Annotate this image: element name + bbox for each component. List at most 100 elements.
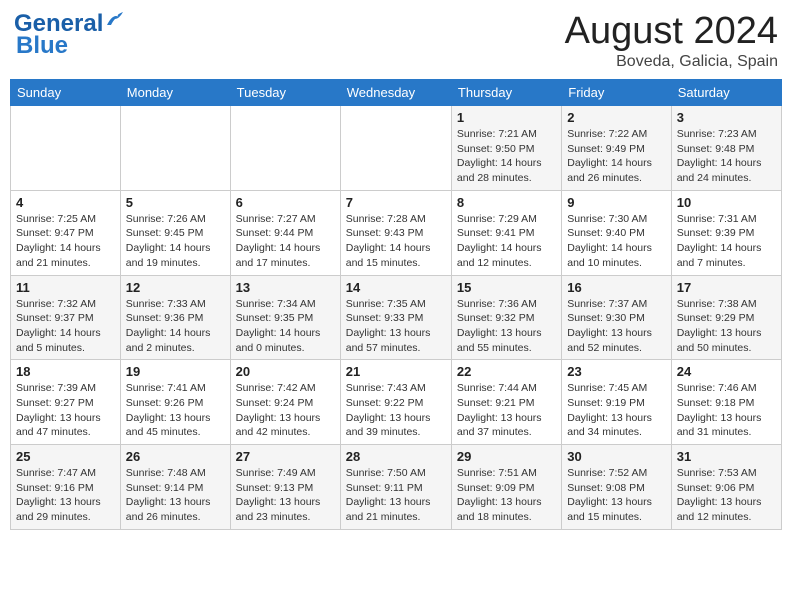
- calendar-cell: 18 Sunrise: 7:39 AMSunset: 9:27 PMDayligh…: [11, 360, 121, 445]
- day-info: Sunrise: 7:22 AMSunset: 9:49 PMDaylight:…: [567, 127, 665, 186]
- day-number: 14: [346, 280, 446, 295]
- day-info: Sunrise: 7:50 AMSunset: 9:11 PMDaylight:…: [346, 466, 446, 525]
- calendar-cell: 9Sunrise: 7:30 AMSunset: 9:40 PMDaylight…: [562, 190, 671, 275]
- col-header-monday: Monday: [120, 80, 230, 106]
- day-info: Sunrise: 7:47 AMSunset: 9:16 PMDaylight:…: [16, 466, 115, 525]
- calendar-cell: 20 Sunrise: 7:42 AMSunset: 9:24 PMDayligh…: [230, 360, 340, 445]
- calendar-cell: 30 Sunrise: 7:52 AMSunset: 9:08 PMDayligh…: [562, 445, 671, 530]
- day-info: Sunrise: 7:28 AMSunset: 9:43 PMDaylight:…: [346, 212, 446, 271]
- day-info: Sunrise: 7:51 AMSunset: 9:09 PMDaylight:…: [457, 466, 556, 525]
- day-number: 15: [457, 280, 556, 295]
- day-info: Sunrise: 7:46 AMSunset: 9:18 PMDaylight:…: [677, 381, 776, 440]
- day-info: Sunrise: 7:52 AMSunset: 9:08 PMDaylight:…: [567, 466, 665, 525]
- day-number: 7: [346, 195, 446, 210]
- day-number: 21: [346, 364, 446, 379]
- day-info: Sunrise: 7:23 AMSunset: 9:48 PMDaylight:…: [677, 127, 776, 186]
- day-info: Sunrise: 7:34 AMSunset: 9:35 PMDaylight:…: [236, 297, 335, 356]
- day-info: Sunrise: 7:38 AMSunset: 9:29 PMDaylight:…: [677, 297, 776, 356]
- day-number: 4: [16, 195, 115, 210]
- calendar-cell: 24 Sunrise: 7:46 AMSunset: 9:18 PMDayligh…: [671, 360, 781, 445]
- calendar-cell: 3 Sunrise: 7:23 AMSunset: 9:48 PMDaylight…: [671, 106, 781, 191]
- day-number: 5: [126, 195, 225, 210]
- calendar-cell: 28 Sunrise: 7:50 AMSunset: 9:11 PMDayligh…: [340, 445, 451, 530]
- day-number: 31: [677, 449, 776, 464]
- day-number: 20: [236, 364, 335, 379]
- logo-bird-icon: [105, 11, 127, 29]
- day-number: 29: [457, 449, 556, 464]
- week-row-5: 25Sunrise: 7:47 AMSunset: 9:16 PMDayligh…: [11, 445, 782, 530]
- calendar-cell: 22 Sunrise: 7:44 AMSunset: 9:21 PMDayligh…: [451, 360, 561, 445]
- calendar-cell: 17Sunrise: 7:38 AMSunset: 9:29 PMDayligh…: [671, 275, 781, 360]
- day-info: Sunrise: 7:42 AMSunset: 9:24 PMDaylight:…: [236, 381, 335, 440]
- day-number: 11: [16, 280, 115, 295]
- calendar-cell: 7 Sunrise: 7:28 AMSunset: 9:43 PMDaylight…: [340, 190, 451, 275]
- calendar-cell: 15 Sunrise: 7:36 AMSunset: 9:32 PMDayligh…: [451, 275, 561, 360]
- col-header-wednesday: Wednesday: [340, 80, 451, 106]
- calendar-cell: 26Sunrise: 7:48 AMSunset: 9:14 PMDayligh…: [120, 445, 230, 530]
- day-info: Sunrise: 7:43 AMSunset: 9:22 PMDaylight:…: [346, 381, 446, 440]
- week-row-4: 18 Sunrise: 7:39 AMSunset: 9:27 PMDayligh…: [11, 360, 782, 445]
- day-info: Sunrise: 7:25 AMSunset: 9:47 PMDaylight:…: [16, 212, 115, 271]
- day-info: Sunrise: 7:21 AMSunset: 9:50 PMDaylight:…: [457, 127, 556, 186]
- calendar-cell: 12Sunrise: 7:33 AMSunset: 9:36 PMDayligh…: [120, 275, 230, 360]
- col-header-tuesday: Tuesday: [230, 80, 340, 106]
- day-number: 16: [567, 280, 665, 295]
- day-info: Sunrise: 7:32 AMSunset: 9:37 PMDaylight:…: [16, 297, 115, 356]
- day-info: Sunrise: 7:44 AMSunset: 9:21 PMDaylight:…: [457, 381, 556, 440]
- col-header-thursday: Thursday: [451, 80, 561, 106]
- logo-blue: Blue: [16, 32, 68, 59]
- location: Boveda, Galicia, Spain: [565, 53, 778, 71]
- calendar-cell: 14 Sunrise: 7:35 AMSunset: 9:33 PMDayligh…: [340, 275, 451, 360]
- calendar-cell: 16 Sunrise: 7:37 AMSunset: 9:30 PMDayligh…: [562, 275, 671, 360]
- logo: General Blue: [14, 10, 127, 60]
- calendar-cell: 1Sunrise: 7:21 AMSunset: 9:50 PMDaylight…: [451, 106, 561, 191]
- day-number: 3: [677, 110, 776, 125]
- week-row-1: 1Sunrise: 7:21 AMSunset: 9:50 PMDaylight…: [11, 106, 782, 191]
- calendar-cell: [11, 106, 121, 191]
- day-info: Sunrise: 7:37 AMSunset: 9:30 PMDaylight:…: [567, 297, 665, 356]
- day-number: 2: [567, 110, 665, 125]
- day-number: 30: [567, 449, 665, 464]
- calendar-cell: 2 Sunrise: 7:22 AMSunset: 9:49 PMDaylight…: [562, 106, 671, 191]
- day-number: 19: [126, 364, 225, 379]
- col-header-friday: Friday: [562, 80, 671, 106]
- day-number: 8: [457, 195, 556, 210]
- day-info: Sunrise: 7:45 AMSunset: 9:19 PMDaylight:…: [567, 381, 665, 440]
- title-area: August 2024 Boveda, Galicia, Spain: [565, 10, 778, 71]
- day-number: 12: [126, 280, 225, 295]
- week-row-3: 11 Sunrise: 7:32 AMSunset: 9:37 PMDayligh…: [11, 275, 782, 360]
- day-number: 9: [567, 195, 665, 210]
- calendar-cell: 8 Sunrise: 7:29 AMSunset: 9:41 PMDaylight…: [451, 190, 561, 275]
- day-info: Sunrise: 7:27 AMSunset: 9:44 PMDaylight:…: [236, 212, 335, 271]
- day-info: Sunrise: 7:26 AMSunset: 9:45 PMDaylight:…: [126, 212, 225, 271]
- col-header-sunday: Sunday: [11, 80, 121, 106]
- day-info: Sunrise: 7:29 AMSunset: 9:41 PMDaylight:…: [457, 212, 556, 271]
- calendar-cell: 11 Sunrise: 7:32 AMSunset: 9:37 PMDayligh…: [11, 275, 121, 360]
- day-number: 22: [457, 364, 556, 379]
- day-number: 23: [567, 364, 665, 379]
- calendar-cell: 31Sunrise: 7:53 AMSunset: 9:06 PMDayligh…: [671, 445, 781, 530]
- day-info: Sunrise: 7:39 AMSunset: 9:27 PMDaylight:…: [16, 381, 115, 440]
- calendar-cell: 23 Sunrise: 7:45 AMSunset: 9:19 PMDayligh…: [562, 360, 671, 445]
- calendar-cell: [120, 106, 230, 191]
- calendar-cell: 13 Sunrise: 7:34 AMSunset: 9:35 PMDayligh…: [230, 275, 340, 360]
- day-info: Sunrise: 7:35 AMSunset: 9:33 PMDaylight:…: [346, 297, 446, 356]
- day-info: Sunrise: 7:48 AMSunset: 9:14 PMDaylight:…: [126, 466, 225, 525]
- day-number: 13: [236, 280, 335, 295]
- calendar: SundayMondayTuesdayWednesdayThursdayFrid…: [10, 79, 782, 530]
- calendar-cell: 27Sunrise: 7:49 AMSunset: 9:13 PMDayligh…: [230, 445, 340, 530]
- calendar-cell: [230, 106, 340, 191]
- calendar-cell: 25Sunrise: 7:47 AMSunset: 9:16 PMDayligh…: [11, 445, 121, 530]
- calendar-header-row: SundayMondayTuesdayWednesdayThursdayFrid…: [11, 80, 782, 106]
- day-number: 24: [677, 364, 776, 379]
- calendar-cell: 6Sunrise: 7:27 AMSunset: 9:44 PMDaylight…: [230, 190, 340, 275]
- day-info: Sunrise: 7:36 AMSunset: 9:32 PMDaylight:…: [457, 297, 556, 356]
- calendar-cell: 5 Sunrise: 7:26 AMSunset: 9:45 PMDaylight…: [120, 190, 230, 275]
- day-number: 27: [236, 449, 335, 464]
- day-number: 28: [346, 449, 446, 464]
- day-number: 18: [16, 364, 115, 379]
- day-info: Sunrise: 7:31 AMSunset: 9:39 PMDaylight:…: [677, 212, 776, 271]
- day-number: 10: [677, 195, 776, 210]
- week-row-2: 4 Sunrise: 7:25 AMSunset: 9:47 PMDaylight…: [11, 190, 782, 275]
- col-header-saturday: Saturday: [671, 80, 781, 106]
